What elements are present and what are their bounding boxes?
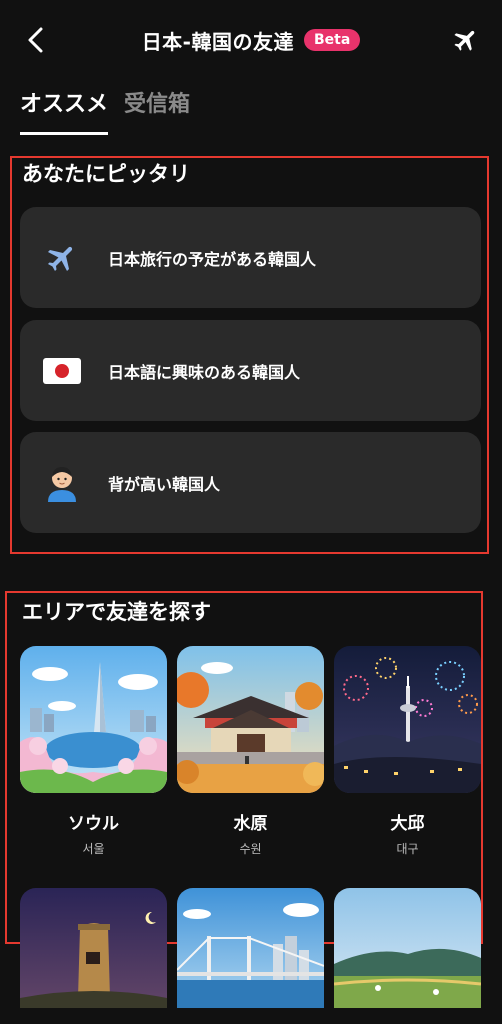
area-korean-name: 서울 [82,842,105,856]
tab-inbox[interactable]: 受信箱 [124,86,190,135]
jeju-illustration [334,888,481,1008]
area-card-jeju[interactable] [334,888,481,1008]
tab-recommend[interactable]: オススメ [20,86,109,135]
area-korean-name: 수원 [239,842,262,856]
suwon-illustration [177,646,324,793]
travel-button[interactable] [448,22,484,58]
daegu-illustration [334,646,481,793]
area-name: 大邱 [390,814,425,834]
area-card-suwon[interactable]: 水原 수원 [177,646,324,857]
busan-illustration [177,888,324,1008]
seoul-illustration [20,646,167,793]
recommend-item-japanese[interactable]: 日本語に興味のある韓国人 [20,320,481,421]
area-card-seoul[interactable]: ソウル 서울 [20,646,167,857]
recommend-item-travel[interactable]: 日本旅行の予定がある韓国人 [20,207,481,308]
title-group: 日本-韓国の友達 Beta [0,22,502,58]
recommend-item-label: 日本語に興味のある韓国人 [108,362,301,382]
person-icon [42,463,82,503]
area-card-gyeongju[interactable] [20,888,167,1008]
airplane-icon [454,30,475,51]
top-bar: 日本-韓国の友達 Beta [0,0,502,80]
area-name: ソウル [68,814,119,834]
area-korean-name: 대구 [396,842,419,856]
beta-badge: Beta [304,29,361,51]
area-name: 水原 [233,814,268,834]
area-card-busan[interactable] [177,888,324,1008]
recommend-item-label: 日本旅行の予定がある韓国人 [108,249,317,269]
page-title: 日本-韓国の友達 [141,29,294,54]
japan-flag-icon [42,351,82,391]
gyeongju-illustration [20,888,167,1008]
area-section-title: エリアで友達を探す [22,600,211,624]
recommend-item-tall[interactable]: 背が高い韓国人 [20,432,481,533]
tab-bar: オススメ 受信箱 [20,86,190,135]
recommend-section-title: あなたにピッタリ [22,162,190,186]
area-card-daegu[interactable]: 大邱 대구 [334,646,481,857]
recommend-item-label: 背が高い韓国人 [108,474,221,494]
airplane-icon [42,238,82,278]
